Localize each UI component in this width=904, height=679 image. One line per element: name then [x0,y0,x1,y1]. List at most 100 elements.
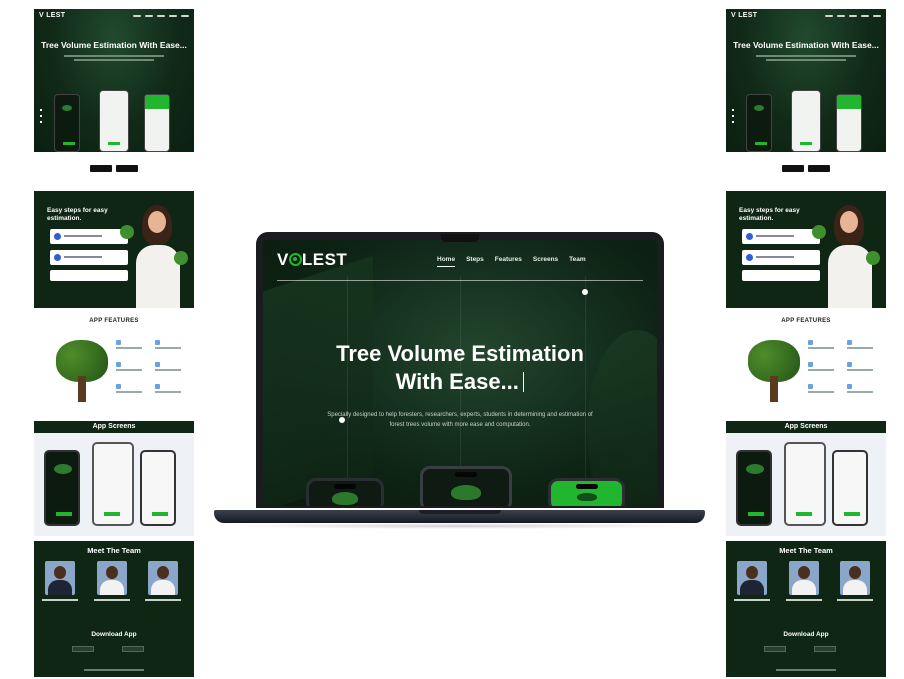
potted-tree-icon [812,225,826,239]
preview-phone [99,90,129,152]
team-member-name-line [786,599,822,601]
hero-title-line-1: Tree Volume Estimation [336,341,584,366]
preview-nav: V LEST [34,9,194,22]
team-member-name-line [42,599,78,601]
mockup-stage: V LEST Tree Volume Estimation With Ease.… [0,0,904,679]
preview-side-dots [40,109,42,127]
laptop-shadow [224,523,695,529]
preview-download-title: Download App [91,631,137,638]
preview-hero-subtitle-line [74,59,154,61]
nav-screens[interactable]: Screens [533,256,558,267]
preview-phone [144,94,170,152]
preview-step-card [50,250,128,265]
preview-screens-title: App Screens [34,421,194,433]
preview-screens-section: App Screens [34,421,194,536]
preview-step-card [742,229,820,244]
preview-features-title: APP FEATURES [89,318,139,324]
preview-store-badges [34,165,194,172]
laptop-bezel: V LEST Home Steps Features Screens Team T… [256,232,664,508]
preview-steps-title: Easy steps for easy estimation. [739,207,800,222]
typing-cursor-icon [522,372,525,392]
preview-store-badges [726,165,886,172]
hero-phone-left [306,478,384,506]
preview-phones [54,90,174,152]
preview-features-section: APP FEATURES [34,318,194,414]
preview-steps-section: Easy steps for easy estimation. [726,191,886,308]
tree-icon [451,485,481,500]
preview-hero-subtitle-line [766,59,846,61]
preview-hero-card: V LEST Tree Volume Estimation With Ease.… [726,9,886,152]
team-member-photo [97,561,127,595]
preview-download-title: Download App [783,631,829,638]
header-divider [277,280,643,281]
potted-tree-icon [866,251,880,265]
site-logo[interactable]: V LEST [277,250,347,270]
preview-step-card [50,270,128,281]
team-member-photo [148,561,178,595]
preview-logo: V LEST [39,12,66,19]
preview-download-buttons [764,646,836,652]
preview-features-title: APP FEATURES [781,318,831,324]
laptop-mockup: V LEST Home Steps Features Screens Team T… [214,230,705,532]
preview-footer-line [84,669,144,671]
tree-illustration [748,340,800,402]
logo-ring-icon [288,253,302,266]
logo-letter: V [277,250,289,269]
preview-footer-line [776,669,836,671]
hero-phone-right [548,478,625,506]
preview-screen-phone [832,450,868,526]
laptop-hinge [419,510,501,514]
hero-title-typed: With Ease... [395,369,519,394]
preview-nav: V LEST [726,9,886,22]
team-member-photo [840,561,870,595]
preview-team-section: Meet The Team Download App [726,541,886,677]
tree-icon [576,493,597,501]
preview-nav-links [133,14,189,17]
website-screen: V LEST Home Steps Features Screens Team T… [263,240,657,506]
preview-step-card [742,250,820,265]
nav-home[interactable]: Home [437,256,456,267]
hero-subtitle: Specially designed to help foresters, re… [327,412,593,428]
decorative-dot [582,289,588,295]
preview-screen-phone [92,442,134,526]
preview-phones [746,90,866,152]
hero-phone-center [420,466,512,506]
preview-side-dots [732,109,734,127]
site-header: V LEST Home Steps Features Screens Team [263,240,657,280]
hero-title-line-2: With Ease... [263,368,657,396]
preview-screen-phone [140,450,176,526]
preview-hero-section: V LEST Tree Volume Estimation With Ease.… [34,9,194,177]
preview-hero-card: V LEST Tree Volume Estimation With Ease.… [34,9,194,152]
preview-logo: V LEST [731,12,758,19]
team-member-name-line [94,599,130,601]
preview-team-title: Meet The Team [87,546,141,555]
potted-tree-icon [174,251,188,265]
tree-illustration [56,340,108,402]
team-member-photo [45,561,75,595]
team-member-name-line [734,599,770,601]
team-member-name-line [837,599,873,601]
preview-hero-subtitle-line [64,55,164,57]
preview-feature-grid [808,340,880,394]
site-nav: Home Steps Features Screens Team [437,256,586,267]
nav-steps[interactable]: Steps [466,256,484,267]
preview-step-card [50,229,128,244]
preview-screens-title: App Screens [726,421,886,433]
hero-title: Tree Volume Estimation With Ease... [263,340,657,396]
preview-phone [791,90,821,152]
preview-nav-links [825,14,881,17]
tree-icon [332,492,358,505]
preview-hero-subtitle-line [756,55,856,57]
preview-screen-phone [736,450,772,526]
potted-tree-icon [120,225,134,239]
preview-hero-title: Tree Volume Estimation With Ease... [41,40,187,50]
preview-hero-title: Tree Volume Estimation With Ease... [733,40,879,50]
preview-screen-phone [44,450,80,526]
preview-phone [54,94,80,152]
nav-team[interactable]: Team [569,256,586,267]
nav-features[interactable]: Features [495,256,522,267]
preview-steps-section: Easy steps for easy estimation. [34,191,194,308]
camera-notch [441,234,479,242]
preview-steps-title: Easy steps for easy estimation. [47,207,108,222]
preview-download-buttons [72,646,144,652]
